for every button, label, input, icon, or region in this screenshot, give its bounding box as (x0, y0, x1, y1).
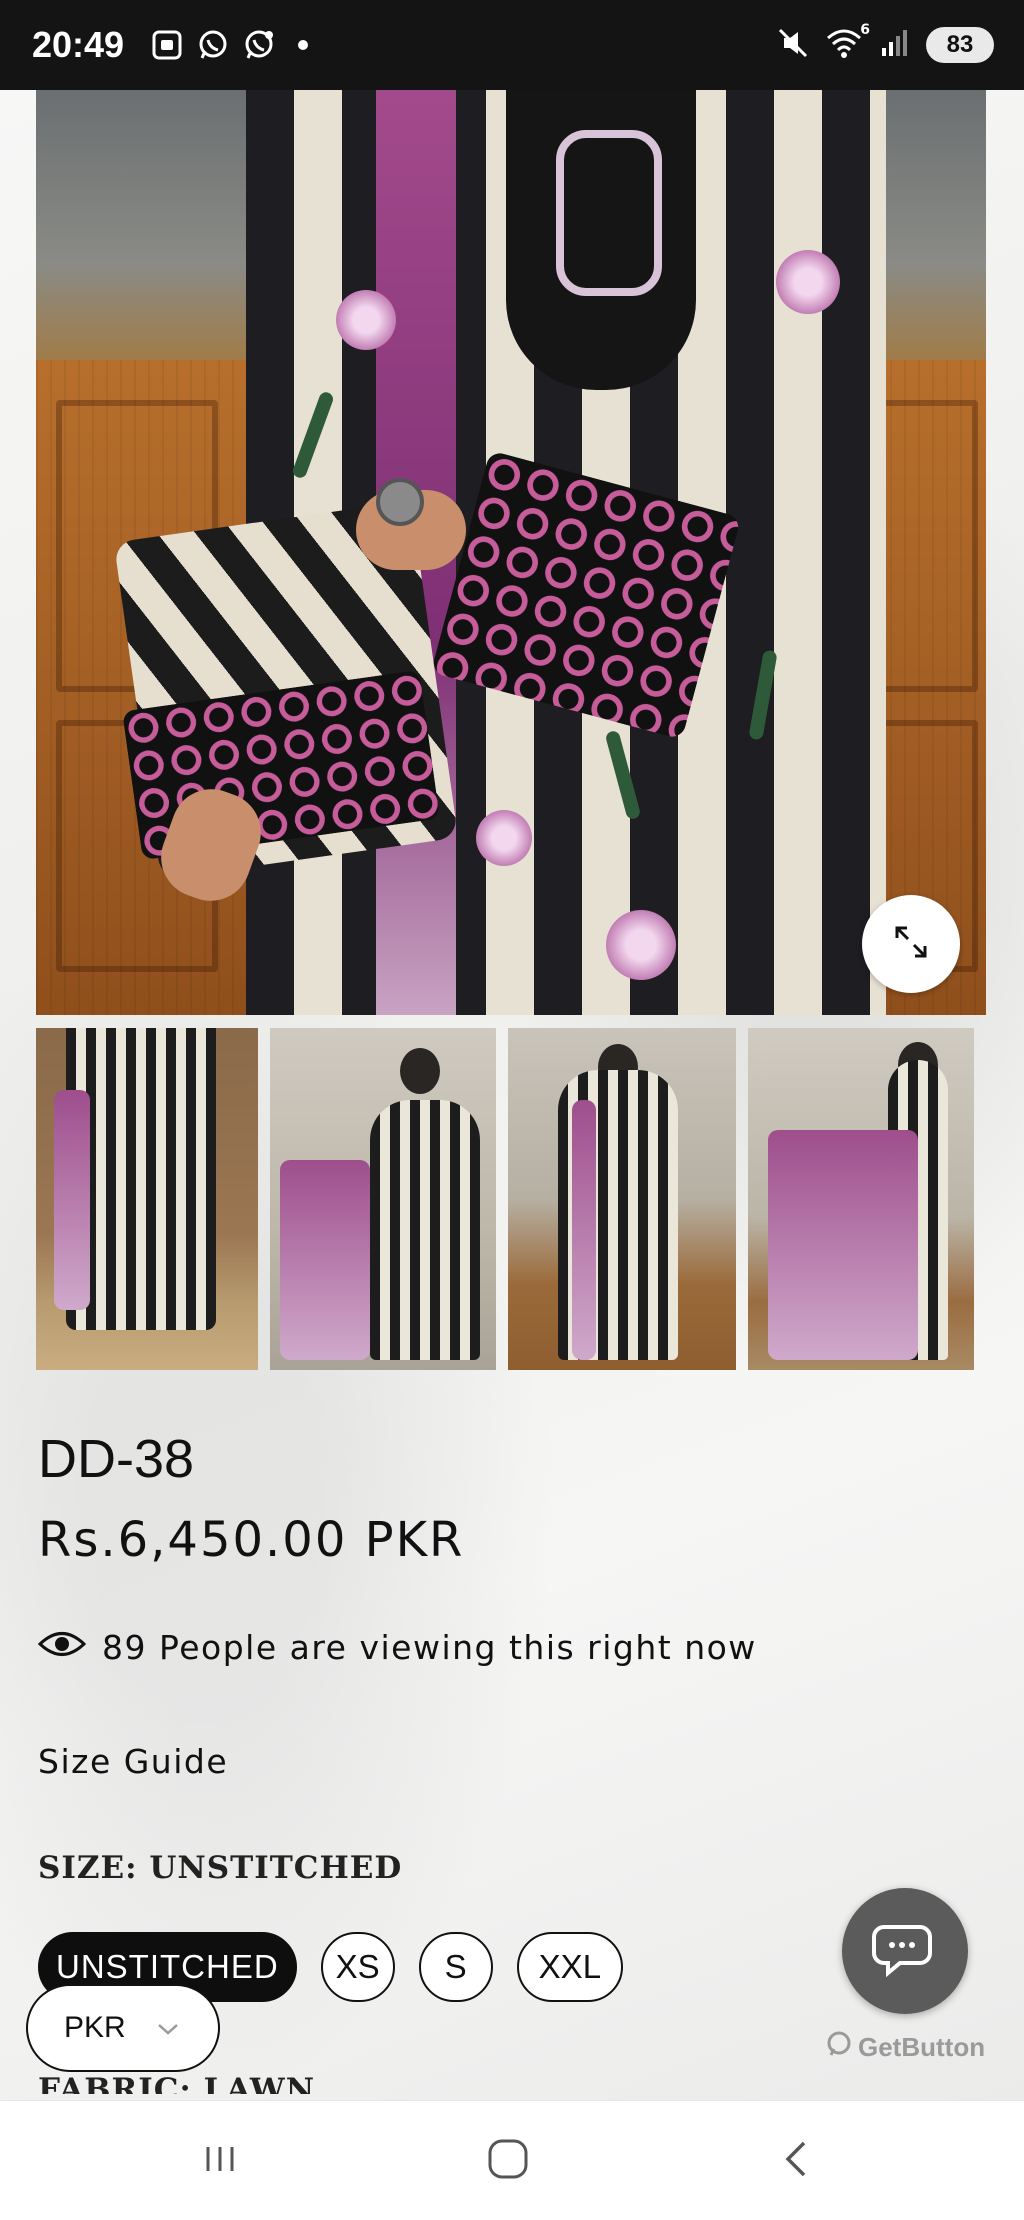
size-option-xs[interactable]: XS (320, 1932, 395, 2002)
status-bar: 20:49 6 83 (0, 0, 1024, 90)
status-time: 20:49 (32, 24, 125, 65)
system-navigation-bar (0, 2100, 1024, 2220)
status-right-icons: 6 83 (776, 22, 994, 64)
getbutton-brand[interactable]: GetButton (826, 2030, 985, 2065)
fabric-label: FABRIC: LAWN (38, 2072, 316, 2094)
chevron-down-icon (156, 2011, 180, 2045)
currency-value: PKR (64, 2011, 126, 2044)
home-button[interactable] (478, 2131, 538, 2191)
battery-indicator: 83 (926, 27, 994, 63)
back-button[interactable] (766, 2131, 826, 2191)
product-main-image[interactable] (36, 90, 986, 1015)
recent-apps-icon (200, 2139, 240, 2183)
size-guide-link[interactable]: Size Guide (38, 1742, 228, 1781)
eye-icon (37, 1628, 87, 1667)
getbutton-label: GetButton (858, 2032, 986, 2062)
currency-selector[interactable]: PKR (26, 1984, 220, 2072)
expand-image-button[interactable] (862, 895, 960, 993)
whatsapp-business-icon (242, 28, 276, 62)
product-price: Rs.6,450.00 PKR (38, 1512, 465, 1568)
back-icon (776, 2137, 816, 2185)
product-title: DD-38 (38, 1429, 195, 1489)
size-option-xxl[interactable]: XXL (516, 1932, 624, 2002)
chat-bubbles-icon (870, 1919, 940, 1983)
mute-icon (776, 26, 810, 64)
viewers-notice: 89 People are viewing this right now (37, 1628, 757, 1667)
recent-apps-button[interactable] (190, 2131, 250, 2191)
home-icon (486, 2137, 530, 2185)
chat-widget-button[interactable] (842, 1888, 968, 2014)
size-label: SIZE: UNSTITCHED (38, 1850, 403, 1886)
dress-neckline (506, 90, 696, 390)
thumbnail-1[interactable] (36, 1028, 258, 1370)
thumbnail-3[interactable] (508, 1028, 736, 1370)
thumbnail-strip (36, 1028, 986, 1370)
status-left-icons (150, 28, 308, 62)
screenshot-icon (150, 28, 184, 62)
expand-icon (891, 922, 931, 966)
wifi-badge: 6 (860, 22, 870, 38)
thumbnail-2[interactable] (270, 1028, 496, 1370)
viewers-text: 89 People are viewing this right now (102, 1628, 757, 1667)
notification-dot-icon (298, 40, 308, 50)
wifi-icon: 6 (824, 22, 870, 64)
whatsapp-icon (196, 28, 230, 62)
getbutton-logo-icon (826, 2030, 854, 2065)
size-option-s[interactable]: S (418, 1932, 493, 2002)
signal-icon (878, 26, 912, 64)
thumbnail-4[interactable] (748, 1028, 974, 1370)
